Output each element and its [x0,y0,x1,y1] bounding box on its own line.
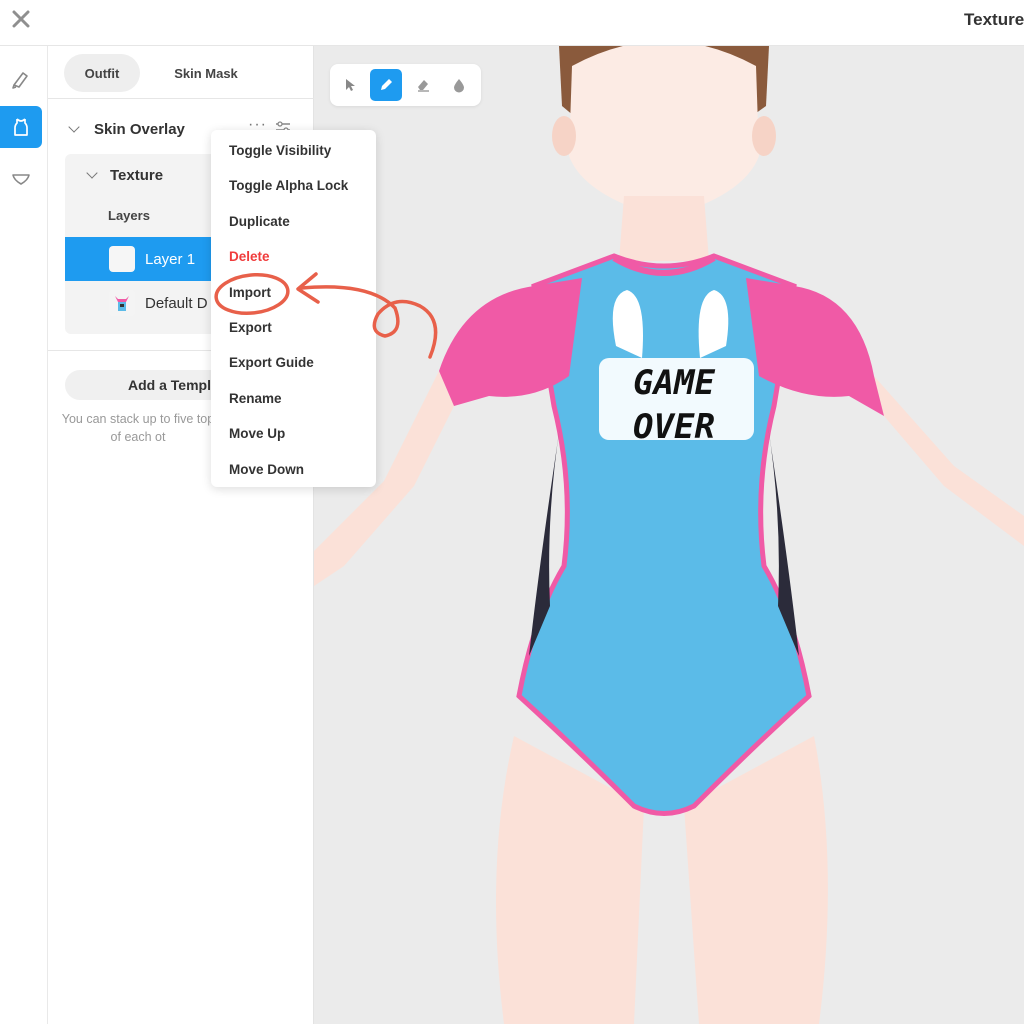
menu-item-duplicate[interactable]: Duplicate [229,214,290,229]
drawing-toolbar [330,64,481,106]
menu-item-export[interactable]: Export [229,320,272,335]
layer-name: Default D [145,294,208,312]
shirt-text-line-2: OVER [633,407,715,447]
select-tool-button[interactable] [334,69,366,101]
outfit-icon [14,118,28,136]
rail-accessory-button[interactable] [0,158,42,200]
brush-icon [12,72,28,89]
chevron-down-icon [86,167,98,179]
rail-brush-button[interactable] [0,58,42,100]
menu-item-rename[interactable]: Rename [229,391,282,406]
avatar-model: GAME OVER [314,46,1024,1024]
menu-item-import[interactable]: Import [229,285,271,300]
texture-header[interactable]: Texture [86,164,164,186]
cursor-icon [346,79,355,91]
tab-outfit[interactable]: Outfit [64,54,140,92]
panel-tabs: Outfit Skin Mask [64,54,298,92]
pencil-icon [381,79,392,90]
rail-outfit-button[interactable] [0,106,42,148]
title-bar: Texture [0,0,1024,46]
menu-item-move-down[interactable]: Move Down [229,462,304,477]
app-window: Texture Outfit Skin Mask Skin Overlay ··… [0,0,1024,1024]
layers-heading: Layers [108,208,150,223]
layer-thumbnail [109,246,135,272]
pen-tool-button[interactable] [370,69,402,101]
eraser-tool-button[interactable] [407,69,439,101]
template-hint-text: You can stack up to five top of each ot [61,412,215,444]
texture-title: Texture [110,166,164,184]
accessory-icon [12,174,30,185]
drop-icon [454,79,464,93]
window-title: Texture [964,10,1024,29]
skin-overlay-title: Skin Overlay [94,120,185,138]
skin-overlay-header[interactable]: Skin Overlay [68,118,185,140]
divider [48,98,314,99]
menu-item-export-guide[interactable]: Export Guide [229,355,314,370]
close-icon [12,10,30,28]
tool-rail [0,46,48,1024]
eraser-icon [418,80,429,92]
chevron-down-icon [68,121,80,133]
fill-tool-button[interactable] [443,69,475,101]
menu-item-toggle-alpha-lock[interactable]: Toggle Alpha Lock [229,178,348,193]
avatar-canvas[interactable]: GAME OVER [314,46,1024,1024]
close-button[interactable] [8,6,34,32]
tab-skin-mask[interactable]: Skin Mask [146,54,266,92]
layer-name: Layer 1 [145,250,196,268]
layer-context-menu: Toggle Visibility Toggle Alpha Lock Dupl… [211,130,376,487]
default-layer-thumbnail [109,290,135,316]
menu-item-move-up[interactable]: Move Up [229,426,285,441]
menu-item-delete[interactable]: Delete [229,249,270,264]
shirt-text-line-1: GAME [633,363,715,403]
menu-item-toggle-visibility[interactable]: Toggle Visibility [229,143,331,158]
